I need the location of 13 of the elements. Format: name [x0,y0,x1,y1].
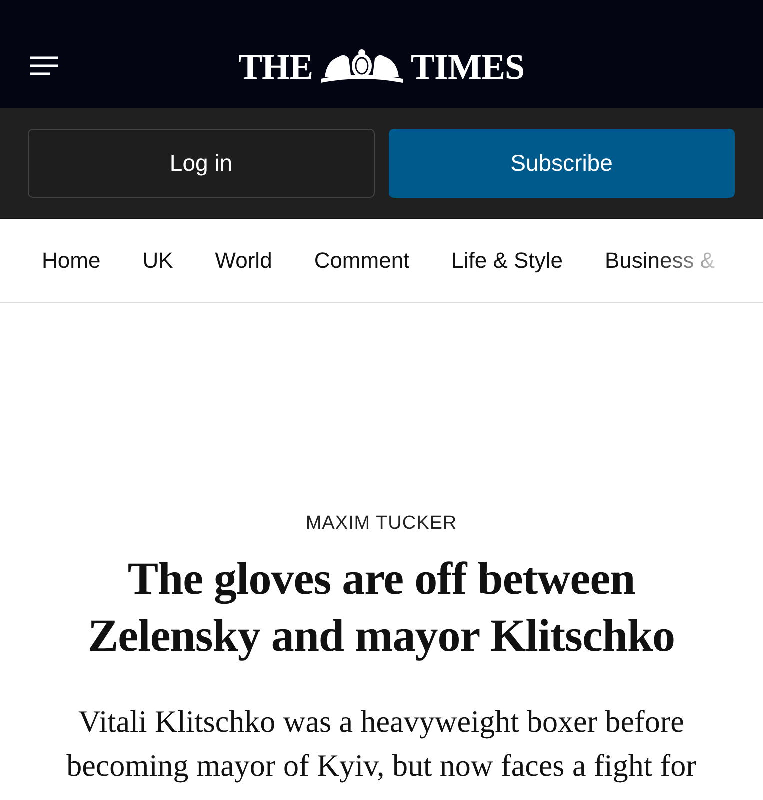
nav-link[interactable]: UK [142,248,174,274]
menu-icon[interactable] [30,56,58,76]
byline[interactable]: MAXIM TUCKER [0,513,763,535]
logo-text[interactable]: TIMES [410,49,525,85]
standfirst: Vitali Klitschko was a heavyweight boxer before becoming mayor of Kyiv, but now faces a fight for [66,703,698,785]
nav-link[interactable]: Life & Style [452,248,563,274]
nav-link[interactable]: World [215,248,272,274]
nav-link[interactable]: Comment [314,248,410,274]
subscribe-button[interactable]: Subscribe [388,129,735,198]
headline: The gloves are off between Zelensky and mayor Klitschko [86,552,676,663]
logo-text[interactable]: THE [238,49,313,85]
nav-link[interactable]: Home [42,248,101,274]
login-button[interactable]: Log in [28,129,374,198]
